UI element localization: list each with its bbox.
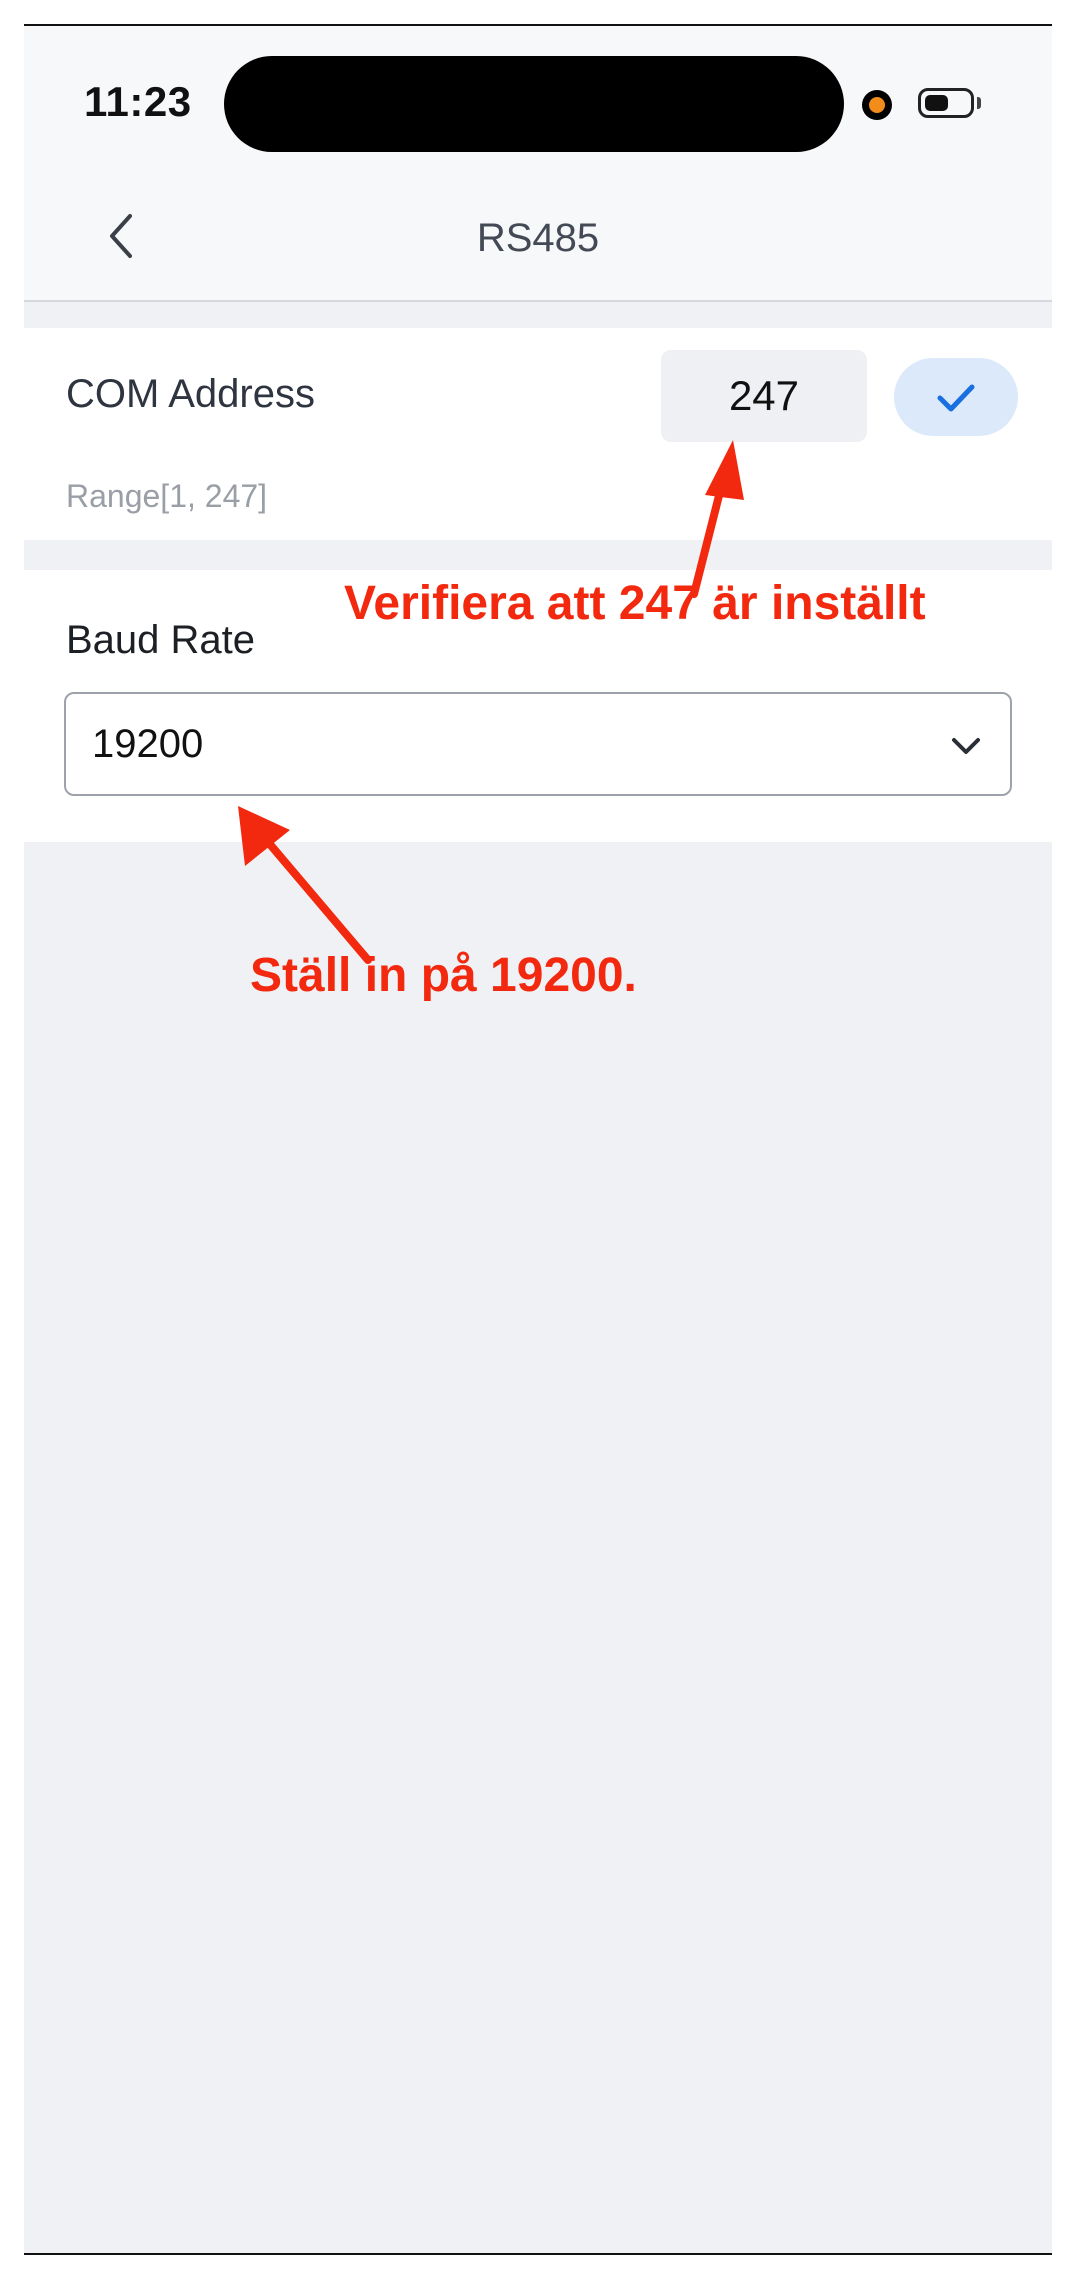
status-time: 11:23 [84, 78, 192, 125]
dynamic-island [224, 56, 844, 152]
range-hint: Range[1, 247] [66, 478, 268, 514]
annotation-com-note: Verifiera att 247 är inställt [344, 577, 926, 630]
battery-level [925, 95, 948, 111]
checkmark-icon [937, 384, 975, 412]
nav-bar: RS485 [24, 176, 1052, 302]
screen-frame: 11:23 RS485 COM Address 247 Range[1, 247… [24, 24, 1052, 2255]
annotation-baud-note: Ställ in på 19200. [250, 949, 637, 1002]
privacy-indicator-icon [862, 90, 892, 120]
com-address-section: COM Address 247 Range[1, 247] [24, 328, 1052, 540]
baud-rate-select[interactable]: 19200 [64, 692, 1012, 796]
battery-cap [977, 97, 981, 109]
status-bar: 11:23 [24, 26, 1052, 176]
com-address-label: COM Address [66, 372, 315, 416]
page-title: RS485 [476, 216, 600, 260]
baud-rate-value: 19200 [92, 722, 204, 766]
chevron-down-icon [952, 738, 980, 754]
battery-icon [918, 88, 974, 118]
com-address-input[interactable]: 247 [661, 350, 867, 442]
confirm-button[interactable] [894, 358, 1018, 436]
baud-rate-label: Baud Rate [66, 618, 256, 662]
